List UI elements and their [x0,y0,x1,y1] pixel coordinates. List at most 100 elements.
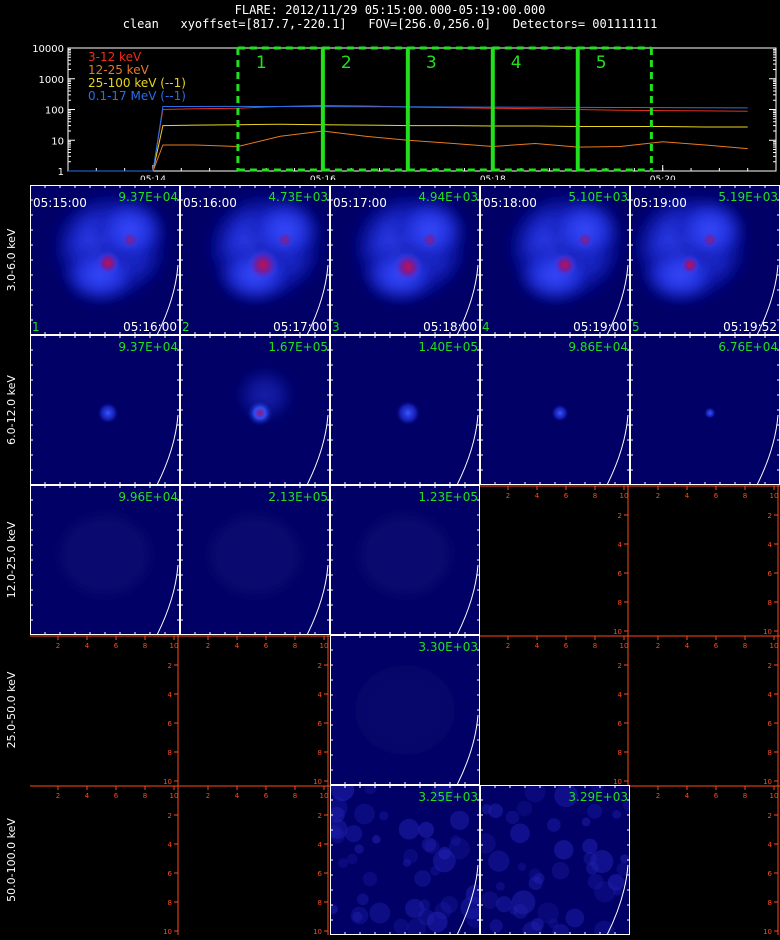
empty-plot-background [180,635,330,785]
empty-plot-tick-label: 6 [264,792,269,800]
empty-plot-tick-label: 8 [168,899,172,907]
image-cell-r5-c3: 3.25E+03 [330,785,480,935]
noise-blob [594,920,615,935]
noise-blob [356,893,369,906]
interval-start-time: 05:19:00 [633,196,687,210]
empty-plot-tick-label: 4 [85,792,90,800]
empty-plot-tick-label: 6 [768,870,773,878]
image-grid: 3.0-6.0 keV 6.0-12.0 keV 12.0-25.0 keV 25.0… [5,185,780,936]
y-tick-label: 1 [58,167,64,178]
empty-plot-background [180,785,330,935]
image-cell-r4-c2: 2 2 4 4 6 6 8 8 10 10 [180,635,330,786]
interval-end-time: 05:18:00 [423,320,477,334]
empty-plot-tick-label: 2 [656,792,660,800]
empty-plot-tick-label: 2 [768,812,772,820]
empty-plot-tick-label: 10 [620,492,629,500]
emission-source [704,407,716,419]
interval-box-2: 2 [320,46,408,172]
noise-blob [582,838,598,855]
y-tick-label: 10000 [32,44,64,55]
emission-source [395,400,421,426]
empty-plot-tick-label: 6 [618,570,623,578]
noise-blob [581,817,591,827]
emission-blob [515,245,595,305]
noise-blob [350,906,369,925]
empty-plot-tick-label: 8 [768,599,772,607]
interval-label: 2 [341,53,352,73]
emission-core-secondary [276,231,294,249]
interval-label: 4 [511,53,522,73]
emission-blob [60,245,140,305]
noise-blob [554,840,574,860]
noise-blob [378,811,389,821]
interval-label: 3 [426,53,437,73]
image-cell-r3-c1: 9.96E+04 [30,485,180,635]
noise-blob [505,810,520,825]
noise-blob [402,858,412,867]
empty-plot-background [630,485,780,635]
interval-number: 1 [32,320,40,334]
empty-plot-tick-label: 4 [168,841,173,849]
noise-blob [488,803,503,819]
image-cell-r2-c2: 1.67E+05 [180,335,330,485]
noise-blob [620,854,629,864]
empty-plot-tick-label: 4 [685,642,690,650]
empty-plot-tick-label: 2 [768,662,772,670]
empty-plot-tick-label: 4 [768,691,773,699]
empty-plot-tick-label: 4 [318,841,323,849]
image-cell-r1-c4: 5.10E+03 05:18:00 05:19:00 4 [480,185,630,335]
empty-plot-tick-label: 8 [593,642,597,650]
interval-number: 5 [632,320,640,334]
empty-plot-tick-label: 4 [618,541,623,549]
noise-blob [393,918,409,935]
interval-start-time: 05:17:00 [333,196,387,210]
y-tick-label: 1000 [39,75,64,86]
interval-start-time: 05:18:00 [483,196,537,210]
noise-blob [432,849,456,873]
empty-plot-tick-label: 8 [768,749,772,757]
lightcurve-plot: 10000 1000 100 10 1 05:14 05:16 05:18 05:20 1 2 3 4 5… [32,44,777,180]
noise-blob [495,881,505,891]
image-cell-r1-c2: 4.73E+03 05:16:00 05:17:00 2 [180,185,330,335]
faint-emission [60,515,150,595]
emission-source [246,399,274,427]
empty-plot-tick-label: 4 [85,642,90,650]
empty-plot-tick-label: 2 [56,792,60,800]
noise-blob [434,902,452,920]
image-cell-r2-c1: 9.37E+04 [30,335,180,485]
empty-plot-tick-label: 2 [168,812,172,820]
empty-plot-tick-label: 8 [293,642,297,650]
empty-plot-tick-label: 10 [613,778,622,786]
noise-blob [528,876,543,891]
empty-plot-tick-label: 10 [763,628,772,636]
interval-end-time: 05:19:52 [723,320,777,334]
noise-blob [418,821,435,838]
empty-plot-tick-label: 10 [770,492,779,500]
noise-blob [565,908,585,928]
empty-plot-tick-label: 10 [320,642,329,650]
emission-core-secondary [701,231,719,249]
empty-plot-tick-label: 6 [114,642,119,650]
empty-plot-background [480,635,630,785]
faint-emission [210,515,300,595]
faint-emission [355,665,455,755]
noise-blob [510,823,530,844]
empty-plot-tick-label: 2 [206,792,210,800]
emission-core-secondary [576,231,594,249]
noise-blob [418,908,435,926]
noise-blob [516,800,533,817]
interval-label: 1 [256,53,267,73]
peak-value-label: 1.23E+05 [418,490,478,504]
empty-plot-tick-label: 6 [714,642,719,650]
interval-number: 3 [332,320,340,334]
empty-plot-tick-label: 6 [564,492,569,500]
empty-plot-tick-label: 8 [143,792,147,800]
noise-blob [531,918,544,931]
image-cell-r5-c2: 2 2 4 4 6 6 8 8 10 10 [180,785,330,936]
empty-plot-tick-label: 8 [743,792,747,800]
empty-plot-tick-label: 4 [535,492,540,500]
empty-plot-tick-label: 10 [763,928,772,936]
energy-band-label: 6.0-12.0 keV [5,375,18,445]
image-cell-r2-c3: 1.40E+05 [330,335,480,485]
empty-plot-tick-label: 10 [620,642,629,650]
